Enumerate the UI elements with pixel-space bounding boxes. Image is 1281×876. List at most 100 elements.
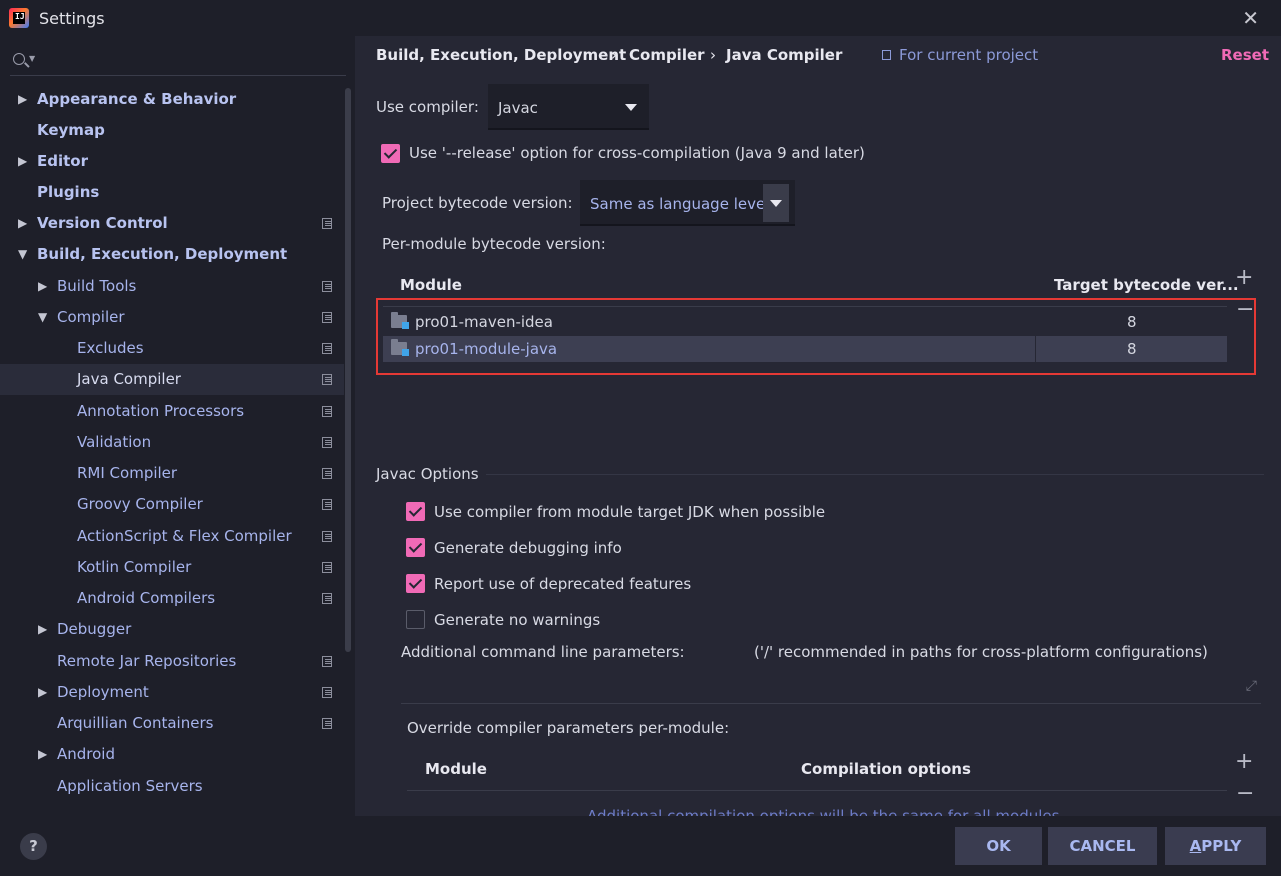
use-module-jdk-checkbox[interactable]: [406, 502, 425, 521]
project-scope-icon: [322, 218, 332, 229]
sidebar-item-build-tools[interactable]: ▶ Build Tools: [0, 271, 344, 302]
sidebar-item-label: Appearance & Behavior: [37, 90, 237, 108]
scope-text: For current project: [899, 46, 1039, 64]
add-icon[interactable]: +: [1235, 267, 1253, 289]
additional-params-label: Additional command line parameters:: [401, 643, 685, 661]
collapse-arrow-icon[interactable]: ▼: [38, 302, 47, 333]
chevron-down-icon: ▼: [29, 54, 36, 63]
project-scope-icon: [322, 281, 332, 292]
debug-info-checkbox[interactable]: [406, 538, 425, 557]
target-column-header[interactable]: Target bytecode ver...: [1054, 276, 1239, 294]
project-scope-icon: [322, 499, 332, 510]
sidebar-item-plugins[interactable]: Plugins: [0, 177, 344, 208]
dropdown-arrow-icon: [770, 200, 782, 207]
apply-mnemonic: A: [1189, 837, 1202, 855]
expand-arrow-icon[interactable]: ▶: [38, 271, 47, 302]
project-scope-icon: [322, 468, 332, 479]
module-column-header[interactable]: Module: [400, 276, 462, 294]
dropdown-arrow-icon: [625, 104, 637, 111]
project-scope-icon: [322, 562, 332, 573]
module-version[interactable]: 8: [1127, 309, 1137, 335]
sidebar-item-version-control[interactable]: ▶ Version Control: [0, 208, 344, 239]
additional-params-hint: ('/' recommended in paths for cross-plat…: [754, 643, 1208, 661]
ok-button[interactable]: OK: [955, 827, 1042, 865]
release-option-checkbox[interactable]: [381, 144, 400, 163]
sidebar-item-label: ActionScript & Flex Compiler: [77, 527, 292, 545]
apply-button[interactable]: APPLY: [1165, 827, 1266, 865]
sidebar-item-label: Annotation Processors: [77, 402, 245, 420]
sidebar-item-editor[interactable]: ▶ Editor: [0, 146, 344, 177]
module-name: pro01-maven-idea: [415, 313, 553, 331]
table-row[interactable]: pro01-maven-idea 8: [383, 309, 1227, 335]
sidebar-item-application-servers[interactable]: Application Servers: [0, 771, 344, 802]
help-button[interactable]: ?: [20, 833, 47, 860]
release-option-label: Use '--release' option for cross-compila…: [409, 144, 865, 162]
breadcrumb-item[interactable]: Compiler: [629, 46, 705, 64]
breadcrumb-separator: ›: [611, 46, 617, 64]
expand-icon[interactable]: ⤢: [1246, 678, 1257, 694]
sidebar-item-label: Editor: [37, 152, 88, 170]
project-scope-icon: [322, 656, 332, 667]
sidebar-item-annotation-processors[interactable]: Annotation Processors: [0, 396, 344, 427]
intellij-logo-icon: IJ: [9, 8, 29, 28]
module-folder-icon: [391, 339, 409, 356]
project-bytecode-select[interactable]: Same as language level: [580, 180, 795, 226]
sidebar-item-debugger[interactable]: ▶ Debugger: [0, 614, 344, 645]
sidebar-item-excludes[interactable]: Excludes: [0, 333, 344, 364]
compiler-select-value: Javac: [498, 99, 538, 117]
sidebar-item-label: Application Servers: [57, 777, 203, 795]
sidebar-item-compiler[interactable]: ▼ Compiler: [0, 302, 344, 333]
override-label: Override compiler parameters per-module:: [407, 719, 730, 737]
close-icon[interactable]: ✕: [1242, 8, 1259, 28]
expand-arrow-icon[interactable]: ▶: [18, 208, 27, 239]
project-scope-icon: [322, 437, 332, 448]
reset-button[interactable]: Reset: [1221, 46, 1269, 64]
expand-arrow-icon[interactable]: ▶: [18, 84, 27, 115]
search-input[interactable]: ▼: [10, 48, 346, 76]
sidebar-item-arquillian[interactable]: Arquillian Containers: [0, 708, 344, 739]
expand-arrow-icon[interactable]: ▶: [38, 677, 47, 708]
no-warnings-checkbox[interactable]: [406, 610, 425, 629]
add-icon[interactable]: +: [1235, 751, 1253, 773]
sidebar-item-label: Validation: [77, 433, 152, 451]
sidebar-item-appearance[interactable]: ▶ Appearance & Behavior: [0, 84, 344, 115]
use-module-jdk-label: Use compiler from module target JDK when…: [434, 503, 826, 521]
sidebar-item-label: Kotlin Compiler: [77, 558, 192, 576]
scope-label: For current project: [882, 46, 1039, 64]
cancel-button[interactable]: CANCEL: [1048, 827, 1157, 865]
sidebar-item-label: Android: [57, 745, 115, 763]
sidebar-item-groovy-compiler[interactable]: Groovy Compiler: [0, 489, 344, 520]
sidebar-scrollbar[interactable]: [345, 88, 351, 652]
sidebar-item-validation[interactable]: Validation: [0, 427, 344, 458]
expand-arrow-icon[interactable]: ▶: [18, 146, 27, 177]
sidebar-item-kotlin-compiler[interactable]: Kotlin Compiler: [0, 552, 344, 583]
sidebar-item-build-execution[interactable]: ▼ Build, Execution, Deployment: [0, 239, 344, 270]
override-options-column-header[interactable]: Compilation options: [801, 760, 971, 778]
sidebar-item-remote-jar[interactable]: Remote Jar Repositories: [0, 646, 344, 677]
table-row[interactable]: pro01-module-java 8: [383, 336, 1227, 362]
breadcrumb-item[interactable]: Build, Execution, Deployment: [376, 46, 626, 64]
table-divider: [407, 790, 1227, 791]
expand-arrow-icon[interactable]: ▶: [38, 739, 47, 770]
sidebar-item-label: RMI Compiler: [77, 464, 178, 482]
remove-icon[interactable]: −: [1236, 783, 1254, 805]
override-module-column-header[interactable]: Module: [425, 760, 487, 778]
sidebar-item-label: Build Tools: [57, 277, 137, 295]
sidebar-item-deployment[interactable]: ▶ Deployment: [0, 677, 344, 708]
module-version[interactable]: 8: [1127, 336, 1137, 362]
sidebar-item-android-compilers[interactable]: Android Compilers: [0, 583, 344, 614]
sidebar-item-android[interactable]: ▶ Android: [0, 739, 344, 770]
sidebar-item-rmi-compiler[interactable]: RMI Compiler: [0, 458, 344, 489]
additional-params-input[interactable]: ⤢: [401, 664, 1261, 704]
sidebar-item-keymap[interactable]: Keymap: [0, 115, 344, 146]
expand-arrow-icon[interactable]: ▶: [38, 614, 47, 645]
deprecated-checkbox[interactable]: [406, 574, 425, 593]
breadcrumb-separator: ›: [710, 46, 716, 64]
sidebar-item-actionscript-compiler[interactable]: ActionScript & Flex Compiler: [0, 521, 344, 552]
sidebar-item-label: Compiler: [57, 308, 125, 326]
sidebar-item-java-compiler[interactable]: Java Compiler: [0, 364, 344, 395]
project-scope-icon: [882, 50, 891, 60]
window-title: Settings: [39, 9, 105, 28]
collapse-arrow-icon[interactable]: ▼: [18, 239, 27, 270]
compiler-select[interactable]: Javac: [488, 84, 649, 130]
